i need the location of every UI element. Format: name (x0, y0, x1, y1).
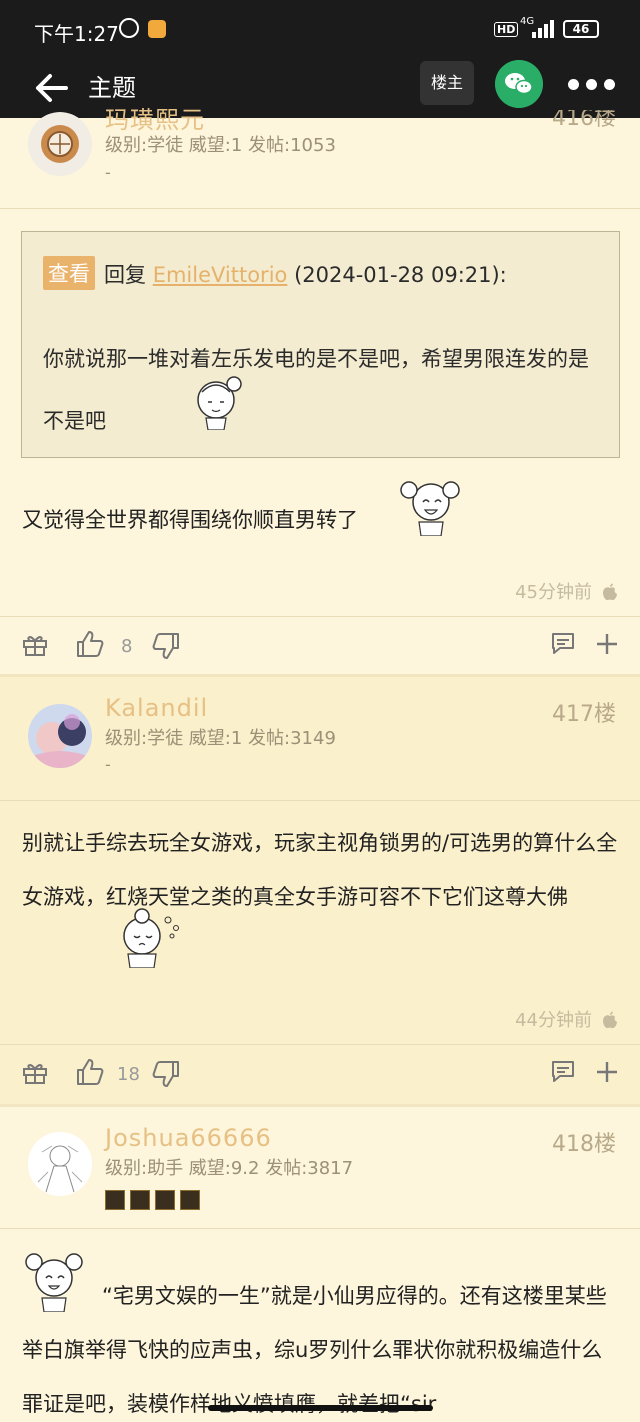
app-notification-icon (148, 20, 166, 38)
sticker-girl-cry-icon (123, 908, 179, 968)
post-417: Kalandil 417楼 级别:学徒 威望:1 发帖:3149 - 别就让手综… (0, 674, 640, 1104)
only-op-button[interactable]: 楼主 (420, 61, 474, 105)
plus-icon[interactable] (595, 632, 619, 656)
comment-icon[interactable] (550, 632, 576, 656)
post-actions: 8 (0, 616, 640, 672)
page-title: 主题 (88, 74, 136, 102)
floor-number: 417楼 (552, 702, 616, 727)
badge-icon[interactable] (155, 1190, 175, 1210)
post-content: “宅男文娱的一生”就是小仙男应得的。还有这楼里某些举白旗举得飞快的应声虫，综u罗… (22, 1284, 607, 1416)
sticker-girl-laugh-icon (400, 481, 460, 536)
separator (0, 1104, 640, 1107)
badge-icon[interactable] (105, 1190, 125, 1210)
view-quote-button[interactable]: 查看 (43, 256, 95, 290)
divider (0, 1228, 640, 1229)
home-indicator[interactable] (208, 1405, 433, 1411)
avatar-helmet-icon (28, 112, 92, 176)
user-meta: 级别:学徒 威望:1 发帖:1053 (105, 135, 336, 156)
hd-badge: HD (494, 22, 519, 37)
divider (0, 208, 640, 209)
reply-user-link[interactable]: EmileVittorio (153, 263, 288, 287)
status-time: 下午1:27 (34, 22, 119, 46)
battery-icon: 46 (563, 20, 599, 38)
signal-icon (532, 20, 558, 38)
avatar-sketch-icon (28, 1132, 92, 1196)
like-count: 8 (121, 636, 133, 657)
app-header: 主题 楼主 (0, 58, 640, 118)
avatar[interactable] (28, 1132, 92, 1196)
quote-reply-line: 回复 EmileVittorio (2024-01-28 09:21): (104, 259, 507, 289)
badge-icon[interactable] (180, 1190, 200, 1210)
quote-block: 查看 回复 EmileVittorio (2024-01-28 09:21): … (21, 231, 620, 458)
reply-prefix: 回复 (104, 263, 146, 287)
post-content: 又觉得全世界都得围绕你顺直男转了 (22, 508, 358, 532)
user-meta: 级别:学徒 威望:1 发帖:3149 (105, 728, 336, 749)
divider (0, 800, 640, 801)
dislike-icon[interactable] (152, 1060, 180, 1088)
apple-device-icon (603, 1011, 617, 1029)
post-time: 44分钟前 (515, 1006, 618, 1032)
gift-icon[interactable] (22, 1060, 48, 1084)
plus-icon[interactable] (595, 1060, 619, 1084)
post-username[interactable]: Kalandil (105, 694, 208, 722)
dislike-icon[interactable] (152, 632, 180, 660)
post-time: 45分钟前 (515, 578, 618, 604)
post-418: Joshua66666 418楼 级别:助手 威望:9.2 发帖:3817 “宅… (0, 1104, 640, 1422)
wechat-share-icon[interactable] (495, 60, 543, 108)
user-signature: - (105, 163, 111, 182)
apple-device-icon (603, 583, 617, 601)
user-signature: - (105, 755, 111, 774)
like-icon[interactable] (76, 630, 104, 658)
avatar[interactable] (28, 112, 92, 176)
avatar[interactable] (28, 704, 92, 768)
back-arrow-icon[interactable] (32, 70, 72, 106)
status-bar: 下午1:27 HD 4G 46 (0, 0, 640, 58)
post-time-text: 44分钟前 (515, 1010, 592, 1031)
quote-text: 你就说那一堆对着左乐发电的是不是吧，希望男限连发的是不是吧 (43, 347, 589, 433)
separator (0, 674, 640, 677)
like-icon[interactable] (76, 1058, 104, 1086)
post-actions: 18 (0, 1044, 640, 1100)
comment-icon[interactable] (550, 1060, 576, 1084)
alarm-icon (119, 18, 139, 38)
like-count: 18 (117, 1064, 140, 1085)
gift-icon[interactable] (22, 632, 48, 656)
reply-time: (2024-01-28 09:21): (294, 263, 507, 287)
floor-number: 418楼 (552, 1132, 616, 1157)
avatar-anime-icon (28, 704, 92, 768)
post-username[interactable]: Joshua66666 (105, 1124, 272, 1152)
badge-icon[interactable] (130, 1190, 150, 1210)
more-options-icon[interactable] (568, 76, 616, 90)
post-time-text: 45分钟前 (515, 582, 592, 603)
sticker-girl-icon (197, 376, 242, 430)
user-meta: 级别:助手 威望:9.2 发帖:3817 (105, 1158, 354, 1179)
